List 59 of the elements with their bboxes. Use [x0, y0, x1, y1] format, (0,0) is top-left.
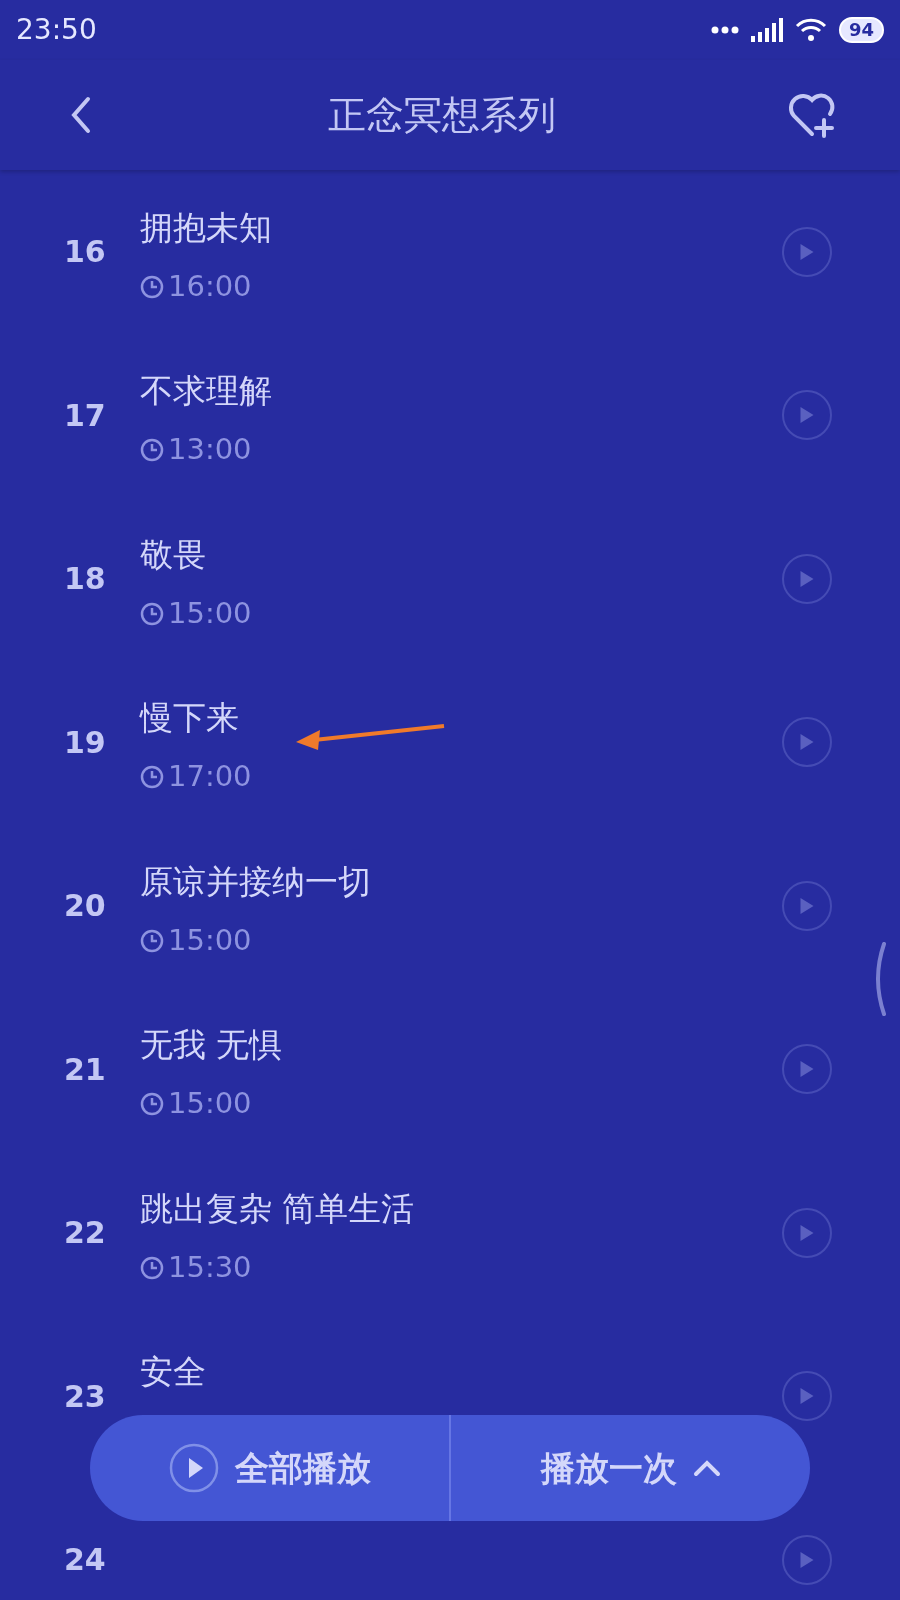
chevron-up-icon [692, 1459, 721, 1477]
track-duration: 15:00 [168, 1085, 252, 1123]
play-button[interactable] [782, 880, 832, 931]
dots-icon [710, 26, 739, 34]
play-button[interactable] [782, 1534, 832, 1585]
track-number: 19 [64, 723, 107, 762]
play-icon [800, 1061, 814, 1078]
play-icon [800, 734, 814, 751]
track-number: 17 [64, 396, 107, 435]
track-number: 18 [64, 560, 107, 599]
track-duration: 15:00 [168, 594, 252, 632]
track-title[interactable]: 跳出复杂 简单生活 [140, 1188, 415, 1228]
play-icon [800, 1388, 814, 1405]
play-icon [800, 570, 814, 587]
clock-icon [140, 1092, 164, 1116]
clock-icon [140, 601, 164, 626]
play-button[interactable] [782, 390, 832, 441]
track-duration: 15:00 [168, 921, 252, 959]
play-mode-button[interactable]: 播放一次 [451, 1415, 810, 1521]
play-button[interactable] [782, 553, 832, 604]
play-icon [800, 897, 814, 914]
page-title: 正念冥想系列 [328, 91, 556, 139]
track-duration: 13:00 [168, 431, 252, 469]
play-button[interactable] [782, 717, 832, 768]
play-button[interactable] [782, 1371, 832, 1422]
track-title[interactable]: 安全 [140, 1352, 206, 1392]
signal-icon [750, 18, 783, 42]
track-duration: 15:30 [168, 1248, 252, 1286]
track-number: 24 [64, 1541, 107, 1580]
track-number: 16 [64, 233, 107, 272]
track-number: 23 [64, 1377, 107, 1416]
play-icon [800, 407, 814, 424]
play-circle-icon [168, 1443, 219, 1493]
clock-icon [140, 438, 164, 462]
play-button[interactable] [782, 1207, 832, 1258]
track-title[interactable]: 无我 无惧 [140, 1025, 283, 1065]
track-duration: 16:00 [168, 267, 252, 305]
play-button[interactable] [782, 1044, 832, 1095]
clock-icon [140, 765, 164, 789]
track-title[interactable]: 原谅并接纳一切 [140, 861, 371, 901]
play-button[interactable] [782, 226, 832, 277]
clock-icon [140, 1255, 164, 1280]
track-title[interactable]: 不求理解 [140, 371, 272, 411]
track-number: 22 [64, 1214, 107, 1253]
play-icon [800, 1551, 814, 1568]
play-icon [800, 1224, 814, 1241]
clock-icon [140, 274, 164, 299]
track-title[interactable]: 拥抱未知 [140, 207, 272, 247]
play-all-button[interactable]: 全部播放 [90, 1415, 451, 1521]
wifi-icon [794, 17, 827, 43]
play-icon [800, 243, 814, 260]
track-title[interactable]: 慢下来 [140, 698, 239, 738]
track-number: 20 [64, 887, 107, 926]
battery-level: 94 [838, 17, 884, 43]
clock-icon [140, 928, 164, 953]
track-title[interactable]: 敬畏 [140, 534, 206, 574]
status-time: 23:50 [16, 12, 97, 48]
track-duration: 17:00 [168, 758, 252, 796]
track-number: 21 [64, 1050, 107, 1089]
